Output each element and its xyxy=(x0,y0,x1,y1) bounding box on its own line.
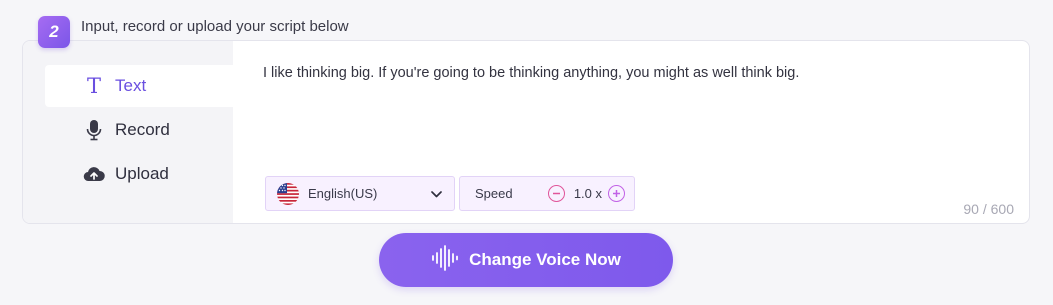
language-select[interactable]: English(US) xyxy=(265,176,455,211)
sidebar-item-upload[interactable]: Upload xyxy=(45,153,233,195)
text-icon: T xyxy=(86,74,101,98)
step-title: Input, record or upload your script belo… xyxy=(81,18,349,35)
microphone-icon xyxy=(83,119,105,141)
step-number-badge: 2 xyxy=(38,16,70,48)
sidebar-item-label: Record xyxy=(115,120,170,139)
sidebar-item-label: Upload xyxy=(115,164,169,183)
script-panel: T Text Record Upload I like thinking big… xyxy=(22,40,1030,224)
chevron-down-icon xyxy=(431,186,442,201)
change-voice-label: Change Voice Now xyxy=(469,250,621,269)
script-textarea[interactable]: I like thinking big. If you're going to … xyxy=(263,65,799,81)
sidebar-item-text[interactable]: T Text xyxy=(45,65,233,107)
speed-control: Speed 1.0 x xyxy=(459,176,635,211)
speed-value: 1.0 x xyxy=(573,186,602,201)
input-mode-sidebar: T Text Record Upload xyxy=(23,41,233,223)
waveform-icon xyxy=(431,244,469,276)
sidebar-item-record[interactable]: Record xyxy=(45,109,233,151)
language-selected-value: English(US) xyxy=(308,186,378,201)
sidebar-item-label: Text xyxy=(115,76,147,95)
speed-decrease-button[interactable] xyxy=(547,185,565,202)
us-flag-icon xyxy=(277,182,299,205)
cloud-upload-icon xyxy=(83,163,105,185)
character-counter: 90 / 600 xyxy=(963,201,1014,217)
speed-increase-button[interactable] xyxy=(608,185,625,202)
change-voice-button[interactable]: Change Voice Now xyxy=(379,233,673,287)
speed-label: Speed xyxy=(475,186,513,201)
